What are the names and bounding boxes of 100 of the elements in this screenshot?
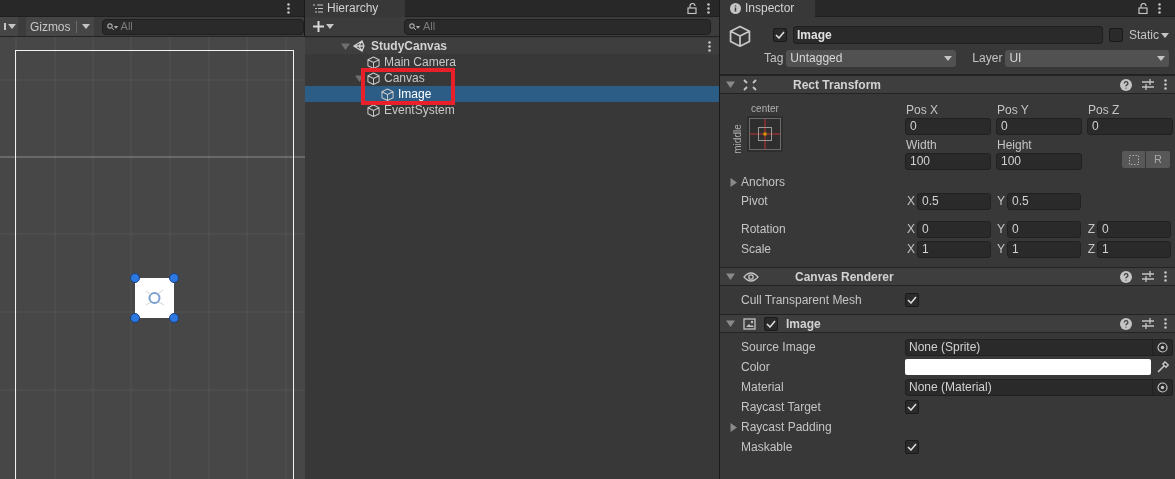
expanded-arrow-icon[interactable] bbox=[726, 319, 735, 328]
more-options-icon[interactable] bbox=[707, 2, 710, 14]
hierarchy-item[interactable]: StudyCanvas bbox=[305, 38, 719, 54]
plus-icon bbox=[313, 21, 324, 32]
static-dropdown[interactable]: Static bbox=[1129, 26, 1169, 44]
foldout-label[interactable]: Raycast Padding bbox=[741, 418, 832, 436]
help-icon[interactable] bbox=[1120, 317, 1132, 330]
component-title: Canvas Renderer bbox=[795, 268, 894, 286]
axis-label: X bbox=[906, 241, 915, 258]
number-field[interactable]: 100 bbox=[996, 153, 1082, 170]
gizmos-button[interactable]: Gizmos bbox=[25, 17, 94, 36]
hierarchy-item[interactable]: Image bbox=[305, 86, 719, 102]
image-icon bbox=[743, 317, 756, 330]
hierarchy-item[interactable]: EventSystem bbox=[305, 102, 719, 118]
expanded-arrow-icon[interactable] bbox=[726, 80, 735, 89]
checkbox[interactable] bbox=[905, 440, 919, 454]
more-options-icon[interactable] bbox=[1164, 79, 1167, 90]
number-field[interactable]: 1 bbox=[1007, 240, 1081, 258]
field-label: Pos X bbox=[905, 102, 939, 118]
target-icon[interactable] bbox=[1157, 381, 1168, 393]
anchor-horizontal-label: center bbox=[751, 102, 779, 115]
number-field[interactable]: 0 bbox=[1007, 220, 1081, 238]
field-label: Pos Z bbox=[1087, 102, 1121, 118]
hierarchy-item[interactable]: Canvas bbox=[305, 70, 719, 86]
unity-logo-icon bbox=[353, 40, 367, 52]
property-label: Scale bbox=[740, 241, 773, 258]
caret-icon bbox=[7, 24, 16, 29]
axis-label: Z bbox=[1086, 221, 1095, 238]
caret-icon bbox=[326, 24, 334, 29]
move-arrows-icon bbox=[743, 78, 757, 91]
color-swatch[interactable] bbox=[905, 359, 1151, 375]
dashed-square-icon bbox=[1128, 154, 1139, 165]
property-label: Maskable bbox=[741, 439, 793, 456]
number-field[interactable]: 100 bbox=[905, 153, 991, 170]
lock-icon[interactable] bbox=[687, 2, 697, 14]
number-field[interactable]: 1 bbox=[917, 240, 991, 258]
object-field-value: None (Material) bbox=[909, 379, 992, 396]
help-icon[interactable] bbox=[1120, 78, 1132, 91]
more-options-icon[interactable] bbox=[1158, 2, 1161, 14]
property-label: Pivot bbox=[740, 193, 769, 210]
component-header[interactable]: Image bbox=[720, 314, 1175, 333]
inspector-tab[interactable]: Inspector bbox=[720, 0, 815, 17]
axis-label: X bbox=[906, 193, 915, 210]
component-header[interactable]: Rect Transform bbox=[720, 75, 1175, 94]
checkbox[interactable] bbox=[773, 28, 787, 42]
create-button[interactable] bbox=[313, 21, 334, 32]
number-field[interactable]: 0 bbox=[1097, 220, 1171, 238]
blueprint-mode-button[interactable] bbox=[1122, 151, 1145, 168]
more-options-icon[interactable] bbox=[708, 40, 711, 52]
caret-icon bbox=[944, 55, 953, 61]
sliders-icon[interactable] bbox=[1142, 79, 1154, 90]
more-options-icon[interactable] bbox=[1164, 271, 1167, 282]
number-field[interactable]: 0 bbox=[996, 118, 1082, 135]
eyedropper-icon[interactable] bbox=[1157, 361, 1169, 373]
anchors-foldout[interactable]: Anchors bbox=[741, 173, 786, 191]
number-field[interactable]: 0 bbox=[917, 220, 991, 238]
sliders-icon[interactable] bbox=[1142, 318, 1154, 329]
anchor-vertical-label: middle bbox=[732, 123, 743, 156]
caret-icon bbox=[1157, 55, 1165, 61]
collapsed-arrow-icon[interactable] bbox=[729, 177, 738, 187]
layer-dropdown[interactable]: UI bbox=[1005, 49, 1169, 67]
number-field[interactable]: 0 bbox=[905, 118, 991, 135]
checkbox[interactable] bbox=[905, 293, 919, 307]
lock-icon[interactable] bbox=[1138, 2, 1148, 14]
property-label: Material bbox=[741, 379, 784, 396]
tag-dropdown[interactable]: Untagged bbox=[786, 49, 957, 67]
checkbox[interactable] bbox=[1109, 28, 1123, 42]
help-icon[interactable] bbox=[1120, 270, 1132, 283]
property-label: Source Image bbox=[741, 339, 816, 356]
cube-icon bbox=[367, 55, 380, 69]
field-label: Width bbox=[905, 137, 938, 153]
view-mode-dropdown[interactable] bbox=[0, 17, 18, 36]
object-field-value: None (Sprite) bbox=[909, 339, 981, 356]
more-options-icon[interactable] bbox=[1164, 318, 1167, 329]
object-name: Canvas bbox=[384, 71, 425, 85]
name-field[interactable]: Image bbox=[793, 26, 1103, 44]
cube-icon bbox=[367, 71, 380, 85]
expanded-arrow-icon[interactable] bbox=[726, 272, 735, 281]
layer-label: Layer bbox=[972, 50, 1003, 67]
number-field[interactable]: 1 bbox=[1097, 240, 1171, 258]
checkbox[interactable] bbox=[905, 400, 919, 414]
component-header[interactable]: Canvas Renderer bbox=[720, 267, 1175, 286]
number-field[interactable]: 0 bbox=[1087, 118, 1173, 135]
collapsed-arrow-icon[interactable] bbox=[729, 422, 738, 432]
anchor-preset-icon[interactable] bbox=[747, 116, 783, 152]
object-name: EventSystem bbox=[384, 103, 455, 117]
number-field[interactable]: 0.5 bbox=[1007, 192, 1081, 210]
checkbox[interactable] bbox=[764, 316, 778, 331]
field-label: Pos Y bbox=[996, 102, 1030, 118]
search-icon bbox=[409, 22, 420, 31]
object-field[interactable]: None (Material) bbox=[905, 378, 1173, 396]
number-field[interactable]: 0.5 bbox=[917, 192, 991, 210]
target-icon[interactable] bbox=[1157, 341, 1168, 353]
object-field[interactable]: None (Sprite) bbox=[905, 338, 1173, 356]
sliders-icon[interactable] bbox=[1142, 271, 1154, 282]
hierarchy-item[interactable]: Main Camera bbox=[305, 54, 719, 70]
expanded-arrow-icon[interactable] bbox=[355, 73, 364, 83]
more-options-icon[interactable] bbox=[287, 2, 290, 14]
hierarchy-tab[interactable]: Hierarchy bbox=[305, 0, 405, 17]
object-name: Main Camera bbox=[384, 55, 457, 69]
